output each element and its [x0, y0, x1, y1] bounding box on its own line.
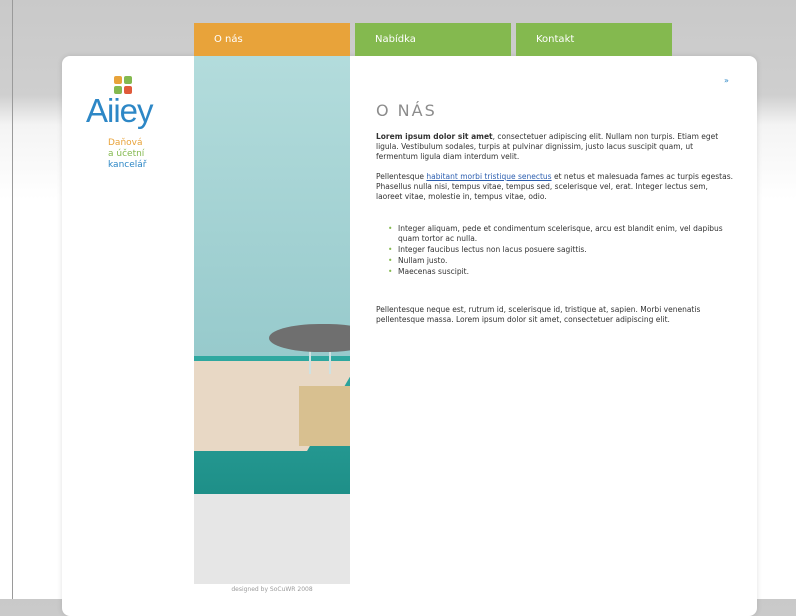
intro-bold: Lorem ipsum dolor sit amet [376, 132, 493, 141]
logo-tagline-2: a účetní [108, 149, 145, 159]
nav-tab-contact[interactable]: Kontakt [516, 23, 672, 56]
page-title: O NÁS [376, 101, 437, 120]
inline-link[interactable]: habitant morbi tristique senectus [426, 172, 551, 181]
second-paragraph: Pellentesque habitant morbi tristique se… [376, 172, 733, 202]
logo-tagline-3: kancelář [108, 160, 147, 170]
window-edge [12, 0, 13, 599]
logo-wordmark: Aiiey [86, 92, 154, 129]
list-item: Maecenas suscipit. [388, 267, 733, 277]
second-text-start: Pellentesque [376, 172, 427, 181]
closing-paragraph: Pellentesque neque est, rutrum id, scele… [376, 305, 701, 324]
bullet-list: Integer aliquam, pede et condimentum sce… [388, 224, 733, 277]
nav-tab-offer[interactable]: Nabídka [355, 23, 511, 56]
logo-tagline-1: Daňová [108, 138, 143, 148]
footer-credits: designed by SoCuWR 2008 [231, 586, 313, 593]
intro-paragraph: Lorem ipsum dolor sit amet, consectetuer… [376, 132, 733, 162]
list-item: Integer aliquam, pede et condimentum sce… [388, 224, 733, 244]
sidebar-filler [194, 494, 350, 584]
list-item: Nullam justo. [388, 256, 733, 266]
interior-photo [194, 56, 350, 494]
expand-link[interactable]: » [724, 76, 729, 85]
list-item: Integer faucibus lectus non lacus posuer… [388, 245, 733, 255]
nav-tab-about[interactable]: O nás [194, 23, 350, 56]
main-content: O NÁS Lorem ipsum dolor sit amet, consec… [376, 100, 733, 335]
